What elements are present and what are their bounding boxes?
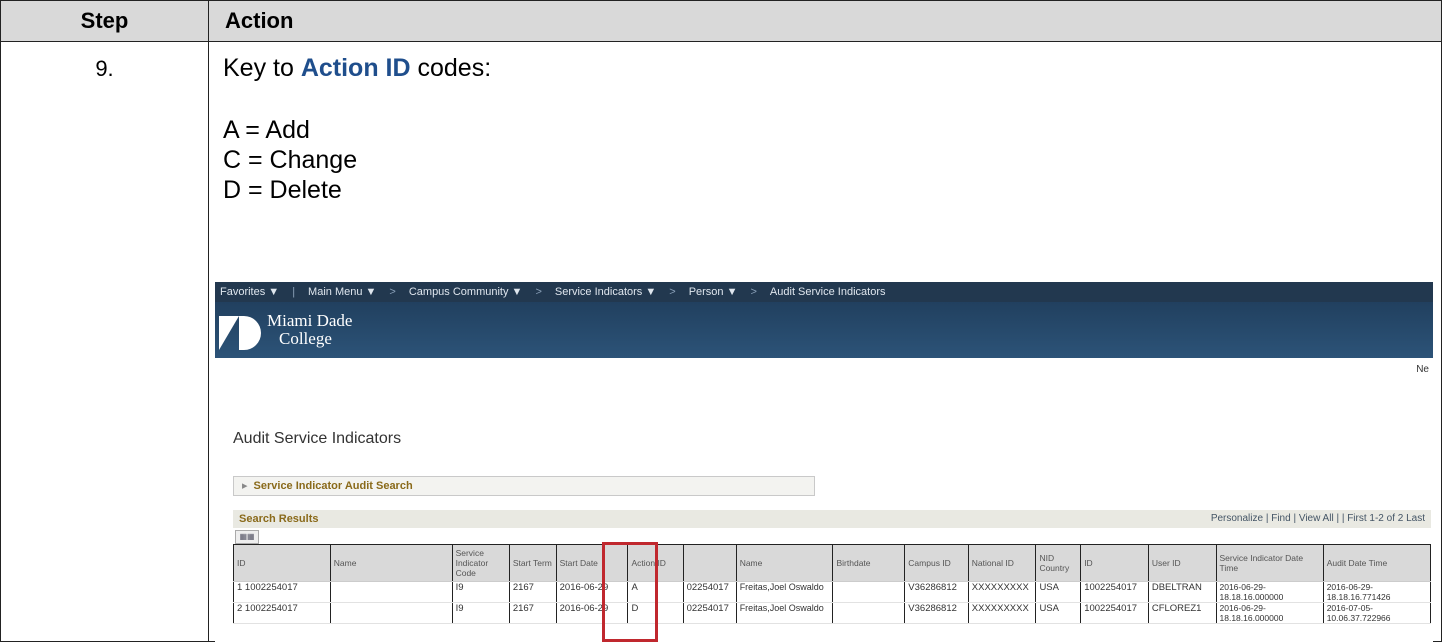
grid-column-header[interactable]: Service Indicator Date Time (1215, 544, 1324, 582)
grid-cell: V36286812 (904, 602, 969, 624)
college-name-line2: College (279, 329, 332, 348)
nav-chevron: > (389, 286, 396, 298)
grid-column-header[interactable]: Start Term (508, 544, 557, 582)
nav-campus-community[interactable]: Campus Community ▼ (404, 286, 528, 298)
nav-service-indicators[interactable]: Service Indicators ▼ (550, 286, 661, 298)
key-title: Key to Action ID codes: (223, 54, 1441, 83)
grid-cell: 2016-06-29-18.18.16.000000 (1215, 581, 1324, 603)
grid-header-row: ID Name Service Indicator Code Start Term St… (233, 544, 1432, 582)
grid-column-header[interactable]: Name (735, 544, 834, 582)
action-id-highlight: Action ID (300, 54, 411, 82)
key-suffix: codes: (410, 54, 492, 82)
grid-cell: V36286812 (904, 581, 969, 603)
results-header: Search Results Personalize | Find | View… (233, 510, 1431, 528)
results-title: Search Results (239, 513, 319, 525)
nav-favorites[interactable]: Favorites ▼ (215, 286, 284, 298)
grid-column-header[interactable]: User ID (1147, 544, 1217, 582)
nav-main-menu[interactable]: Main Menu ▼ (303, 286, 381, 298)
grid-column-header[interactable]: Service Indicator Code (451, 544, 510, 582)
search-section-toggle[interactable]: ▸ Service Indicator Audit Search (233, 476, 815, 496)
grid-cell: CFLOREZ1 (1147, 602, 1217, 624)
code-delete: D = Delete (223, 176, 342, 204)
grid-column-header[interactable]: Name (329, 544, 453, 582)
nav-audit-service-indicators[interactable]: Audit Service Indicators (765, 286, 891, 298)
nav-separator: | (292, 286, 296, 298)
nav-chevron: > (535, 286, 542, 298)
grid-cell: 02254017 (682, 581, 737, 603)
grid-cell: USA (1035, 581, 1082, 603)
grid-column-header[interactable]: Campus ID (904, 544, 969, 582)
search-section-label: Service Indicator Audit Search (253, 480, 413, 492)
grid-body: 1 1002254017 I9 2167 2016-06-29 A 02254017 Fre… (233, 581, 1432, 624)
action-header: Action (208, 0, 1442, 42)
college-name-line1: Miami Dade (267, 311, 353, 330)
key-prefix: Key to (223, 54, 301, 82)
results-grid: ID Name Service Indicator Code Start Term St… (233, 544, 1432, 624)
grid-column-header[interactable]: ID (1080, 544, 1149, 582)
code-change: C = Change (223, 146, 358, 174)
top-nav: Favorites ▼ | Main Menu ▼ > Campus Commu… (215, 282, 1433, 302)
grid-cell: 02254017 (682, 602, 737, 624)
code-list: A = Add C = Change D = Delete (223, 115, 1441, 205)
grid-cell: 2167 (508, 602, 557, 624)
grid-cell: 2 1002254017 (233, 602, 331, 624)
grid-cell (329, 581, 453, 603)
grid-cell: DBELTRAN (1147, 581, 1217, 603)
grid-cell: I9 (451, 581, 510, 603)
nav-chevron: > (669, 286, 676, 298)
page-title: Audit Service Indicators (233, 430, 402, 447)
grid-row[interactable]: 2 1002254017 I9 2167 2016-06-29 D 02254017 Fre… (233, 602, 1432, 624)
college-banner: Miami Dade College (215, 302, 1433, 358)
action-id-highlight-box (602, 542, 658, 642)
instruction-table: Step Action 9. Key to Action ID codes: A… (0, 0, 1442, 644)
grid-column-header[interactable]: ID (233, 544, 331, 582)
nav-chevron: > (750, 286, 757, 298)
grid-column-header[interactable] (682, 544, 737, 582)
grid-cell: 2016-06-29-18.18.16.000000 (1215, 602, 1324, 624)
grid-cell: 1 1002254017 (233, 581, 331, 603)
grid-cell: 2016-06-29-18.18.16.771426 (1322, 581, 1432, 603)
grid-cell: XXXXXXXXX (967, 581, 1037, 603)
nav-person[interactable]: Person ▼ (684, 286, 743, 298)
grid-cell (832, 581, 906, 603)
grid-column-header[interactable]: Audit Date Time (1322, 544, 1432, 582)
embedded-screenshot: Favorites ▼ | Main Menu ▼ > Campus Commu… (215, 282, 1433, 644)
grid-cell: 1002254017 (1080, 602, 1149, 624)
grid-column-header[interactable]: National ID (967, 544, 1037, 582)
grid-cell (832, 602, 906, 624)
grid-row[interactable]: 1 1002254017 I9 2167 2016-06-29 A 02254017 Fre… (233, 581, 1432, 603)
grid-cell (329, 602, 453, 624)
grid-column-header[interactable]: Birthdate (832, 544, 906, 582)
grid-cell: USA (1035, 602, 1082, 624)
grid-tools[interactable]: Personalize | Find | View All | | First … (1211, 510, 1425, 528)
code-add: A = Add (223, 116, 310, 144)
college-name: Miami Dade College (267, 312, 352, 348)
grid-cell: Freitas,Joel Oswaldo (735, 602, 834, 624)
grid-column-header[interactable]: NID Country (1035, 544, 1082, 582)
college-logo-icon (219, 310, 265, 350)
corner-link[interactable]: Ne (1416, 364, 1429, 375)
expand-icon: ▸ (242, 480, 248, 492)
grid-cell: XXXXXXXXX (967, 602, 1037, 624)
step-header: Step (0, 0, 209, 42)
grid-cell: 2167 (508, 581, 557, 603)
action-cell: Key to Action ID codes: A = Add C = Chan… (208, 41, 1442, 644)
grid-cell: 2016-07-05-10.06.37.722966 (1322, 602, 1432, 624)
grid-cell: 1002254017 (1080, 581, 1149, 603)
grid-cell: Freitas,Joel Oswaldo (735, 581, 834, 603)
grid-cell: I9 (451, 602, 510, 624)
step-number: 9. (0, 41, 209, 642)
grid-view-icon[interactable]: ▦▦ (235, 530, 259, 544)
